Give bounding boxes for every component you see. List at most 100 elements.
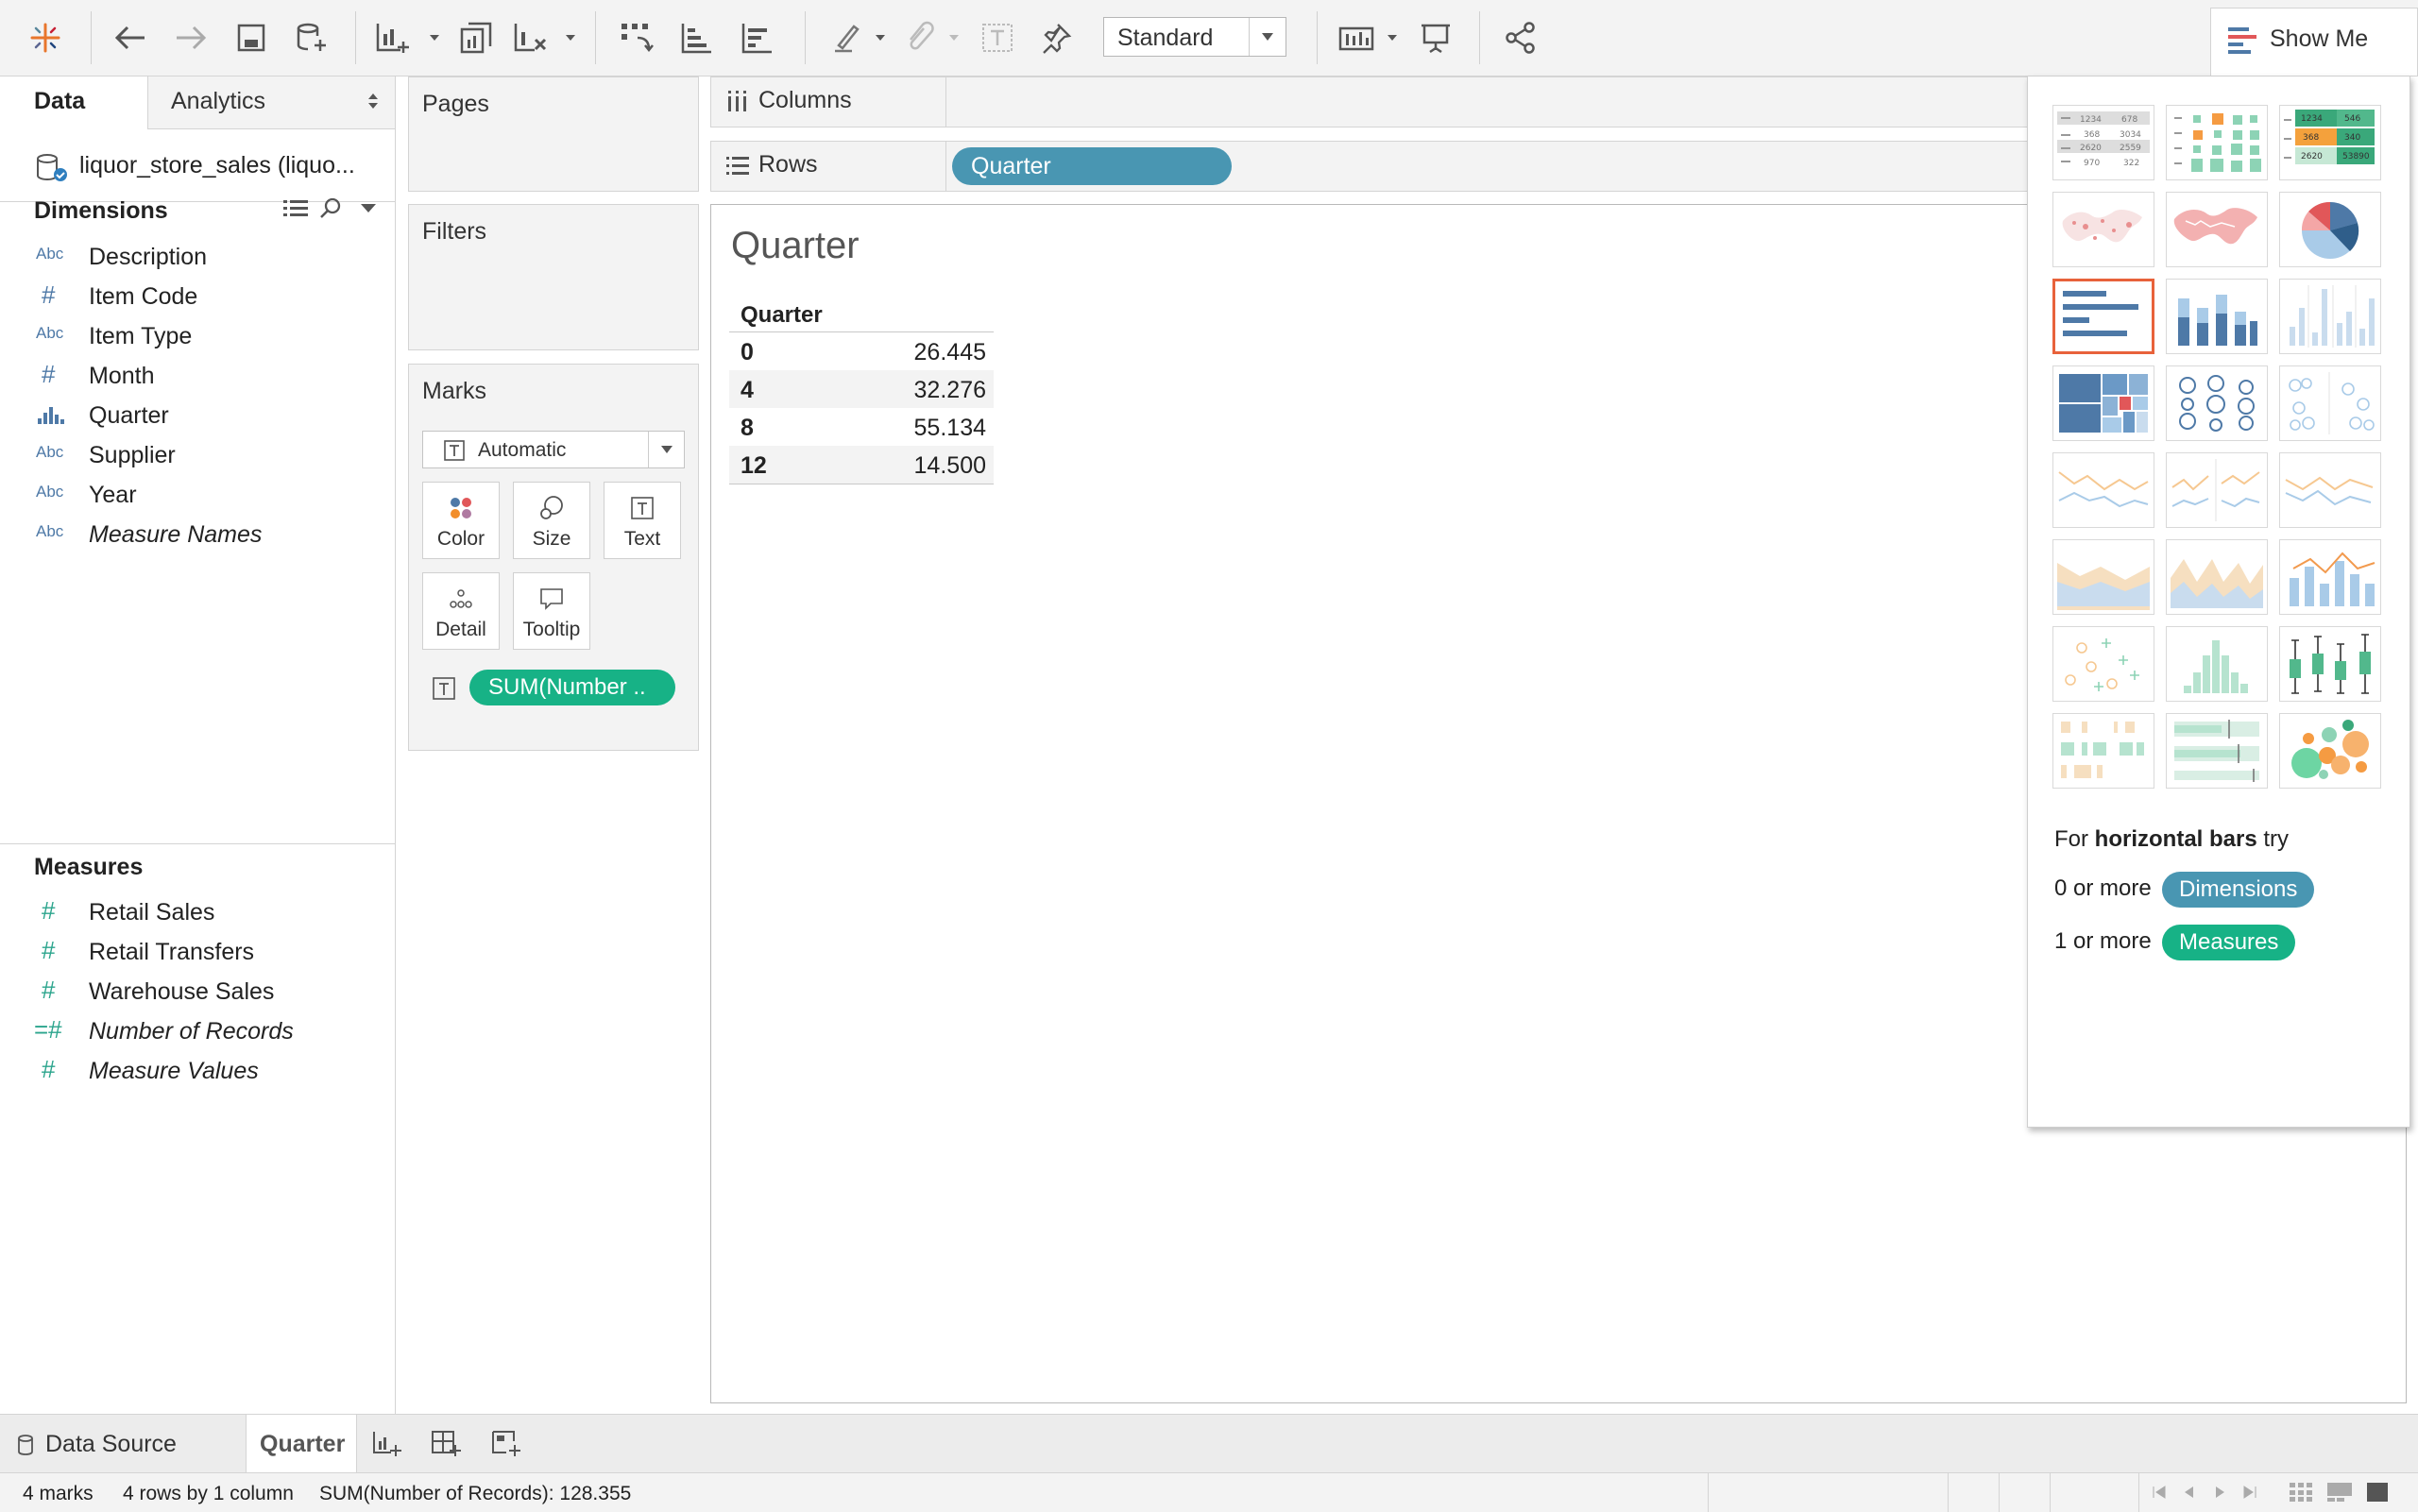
text-table-chart-option[interactable]: 1234 678 368 3034 2620 2559 970 322 [2052, 105, 2154, 180]
redo-icon[interactable] [172, 19, 210, 57]
side-by-side-bars-chart-option[interactable] [2279, 279, 2381, 354]
mark-type-select[interactable]: Automatic [422, 431, 685, 468]
columns-shelf[interactable]: Columns [710, 76, 2222, 127]
pages-shelf[interactable]: Pages [408, 76, 699, 192]
text-field-pill[interactable]: SUM(Number .. [469, 670, 675, 705]
show-cards-icon[interactable] [1337, 19, 1375, 57]
dimension-item-year[interactable]: Abc Year [0, 475, 395, 515]
worksheet-title[interactable]: Quarter [731, 225, 860, 267]
save-icon[interactable] [232, 19, 270, 57]
chevron-down-icon[interactable] [1249, 18, 1286, 56]
discrete-lines-chart-option[interactable] [2166, 452, 2268, 528]
share-icon[interactable] [1502, 19, 1540, 57]
packed-bubbles-chart-option[interactable] [2279, 713, 2381, 789]
highlight-icon[interactable] [827, 19, 865, 57]
group-members-icon[interactable] [901, 19, 939, 57]
previous-sheet-icon[interactable] [2182, 1485, 2197, 1500]
cell-value[interactable]: 14.500 [914, 452, 986, 480]
datasource-row[interactable]: liquor_store_sales (liquo... [0, 129, 395, 202]
cell-value[interactable]: 32.276 [914, 377, 986, 404]
dimensions-menu-chevron-icon[interactable] [359, 201, 378, 214]
measure-item-number-of-records[interactable]: =# Number of Records [0, 1011, 395, 1051]
circle-views-chart-option[interactable] [2166, 365, 2268, 441]
continuous-lines-chart-option[interactable] [2052, 452, 2154, 528]
search-icon[interactable] [319, 197, 342, 220]
row-header[interactable]: 8 [741, 415, 754, 442]
row-header[interactable]: 0 [741, 339, 754, 366]
table-row[interactable]: 12 14.500 [729, 446, 994, 484]
new-worksheet-dropdown-icon[interactable] [429, 32, 440, 43]
table-row[interactable]: 0 26.445 [729, 332, 994, 370]
column-header-quarter[interactable]: Quarter [741, 302, 823, 329]
clear-dropdown-icon[interactable] [565, 32, 576, 43]
stacked-bars-chart-option[interactable] [2166, 279, 2268, 354]
table-row[interactable]: 8 55.134 [729, 408, 994, 446]
undo-icon[interactable] [111, 19, 149, 57]
gantt-chart-option[interactable] [2052, 713, 2154, 789]
tab-data[interactable]: Data [0, 76, 147, 129]
pie-chart-option[interactable] [2279, 192, 2381, 267]
area-continuous-chart-option[interactable] [2052, 539, 2154, 615]
cell-value[interactable]: 26.445 [914, 339, 986, 366]
view-size-select[interactable]: Standard [1103, 17, 1286, 57]
filled-map-chart-option[interactable] [2166, 192, 2268, 267]
tooltip-button[interactable]: Tooltip [513, 572, 590, 650]
show-mark-labels-icon[interactable] [979, 19, 1016, 57]
new-worksheet-icon[interactable] [374, 19, 412, 57]
rows-shelf[interactable]: Rows [710, 141, 2222, 192]
last-sheet-icon[interactable] [2242, 1485, 2257, 1500]
rows-quarter-pill[interactable]: Quarter [952, 147, 1232, 185]
detail-button[interactable]: Detail [422, 572, 500, 650]
show-tabs-icon[interactable] [2327, 1483, 2352, 1502]
tab-data-source[interactable]: Data Source [0, 1415, 244, 1473]
sort-descending-icon[interactable] [739, 19, 776, 57]
dimension-item-item-code[interactable]: # Item Code [0, 277, 395, 316]
tableau-logo-icon[interactable] [26, 19, 64, 57]
row-header[interactable]: 12 [741, 452, 767, 480]
new-worksheet-tab-icon[interactable] [372, 1430, 402, 1458]
side-by-side-circles-chart-option[interactable] [2279, 365, 2381, 441]
cell-value[interactable]: 55.134 [914, 415, 986, 442]
swap-rows-columns-icon[interactable] [618, 19, 656, 57]
histogram-chart-option[interactable] [2166, 626, 2268, 702]
measure-item-measure-values[interactable]: # Measure Values [0, 1051, 395, 1091]
dimension-item-quarter[interactable]: Quarter [0, 396, 395, 435]
dimension-item-measure-names[interactable]: Abc Measure Names [0, 515, 395, 554]
symbol-map-chart-option[interactable] [2052, 192, 2154, 267]
dimension-item-month[interactable]: # Month [0, 356, 395, 396]
first-sheet-icon[interactable] [2152, 1485, 2167, 1500]
dimension-item-description[interactable]: Abc Description [0, 237, 395, 277]
new-dashboard-tab-icon[interactable] [431, 1430, 461, 1458]
new-data-source-icon[interactable] [293, 19, 331, 57]
treemap-chart-option[interactable] [2052, 365, 2154, 441]
measure-item-warehouse-sales[interactable]: # Warehouse Sales [0, 972, 395, 1011]
heat-map-chart-option[interactable] [2166, 105, 2268, 180]
duplicate-sheet-icon[interactable] [457, 19, 495, 57]
size-button[interactable]: Size [513, 482, 590, 559]
next-sheet-icon[interactable] [2212, 1485, 2227, 1500]
dimension-item-supplier[interactable]: Abc Supplier [0, 435, 395, 475]
view-list-icon[interactable] [283, 199, 308, 218]
color-button[interactable]: Color [422, 482, 500, 559]
sort-ascending-icon[interactable] [678, 19, 716, 57]
tab-quarter-sheet[interactable]: Quarter [246, 1415, 357, 1473]
chevron-down-icon[interactable] [648, 432, 685, 467]
highlight-dropdown-icon[interactable] [875, 32, 886, 43]
show-cards-dropdown-icon[interactable] [1387, 32, 1398, 43]
area-discrete-chart-option[interactable] [2166, 539, 2268, 615]
section-divider[interactable] [0, 843, 395, 844]
tab-analytics[interactable]: Analytics [147, 76, 395, 129]
measure-item-retail-transfers[interactable]: # Retail Transfers [0, 932, 395, 972]
filters-shelf[interactable]: Filters [408, 204, 699, 350]
table-row[interactable]: 4 32.276 [729, 370, 994, 408]
dual-combination-chart-option[interactable] [2279, 539, 2381, 615]
text-button[interactable]: Text [604, 482, 681, 559]
show-sheet-icon[interactable] [2367, 1483, 2388, 1502]
bullet-graph-chart-option[interactable] [2166, 713, 2268, 789]
fix-axes-pin-icon[interactable] [1037, 19, 1075, 57]
new-story-tab-icon[interactable] [491, 1430, 521, 1458]
row-header[interactable]: 4 [741, 377, 754, 404]
show-filmstrip-icon[interactable] [2290, 1483, 2312, 1502]
box-and-whisker-chart-option[interactable] [2279, 626, 2381, 702]
highlight-table-chart-option[interactable]: 1234 546 368 340 2620 53890 [2279, 105, 2381, 180]
